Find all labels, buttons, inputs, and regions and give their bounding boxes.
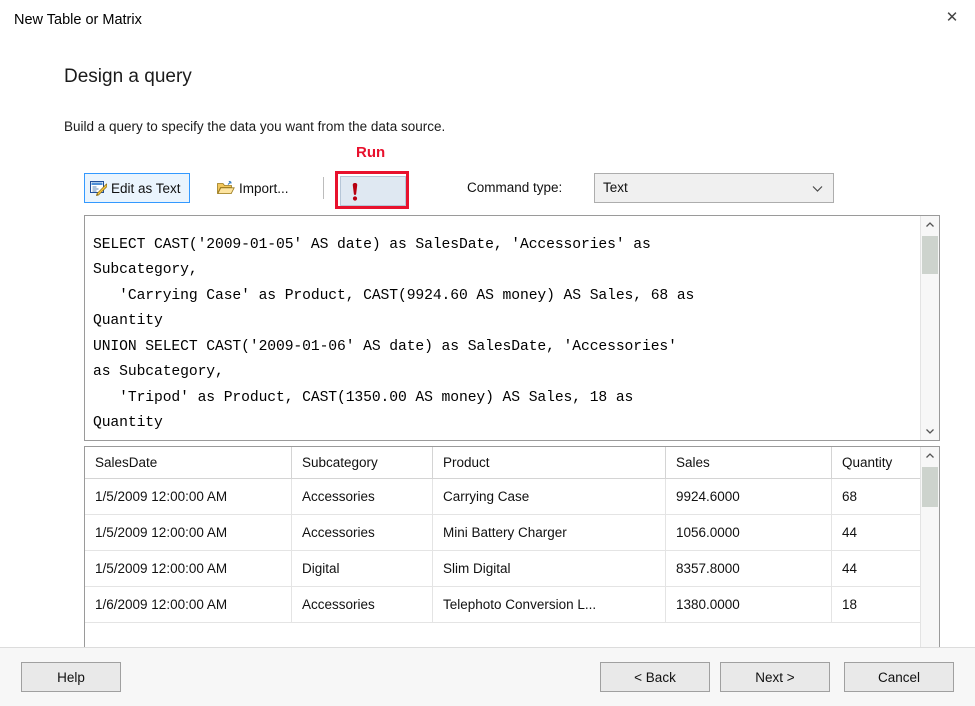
window-title: New Table or Matrix xyxy=(14,12,142,28)
cell-sales: 8357.8000 xyxy=(666,551,832,587)
edit-as-text-label: Edit as Text xyxy=(111,181,181,196)
page-description: Build a query to specify the data you wa… xyxy=(64,119,445,134)
command-type-select[interactable]: Text xyxy=(594,173,834,203)
query-text-editor[interactable]: SELECT CAST('2009-01-05' AS date) as Sal… xyxy=(84,215,940,441)
page-title: Design a query xyxy=(64,66,192,88)
table-row[interactable]: 1/6/2009 12:00:00 AM Accessories Telepho… xyxy=(85,587,940,623)
cell-subcategory: Accessories xyxy=(292,587,433,623)
cell-product: Carrying Case xyxy=(433,479,666,515)
cell-product: Telephoto Conversion L... xyxy=(433,587,666,623)
cell-salesdate: 1/5/2009 12:00:00 AM xyxy=(85,551,292,587)
cell-subcategory: Digital xyxy=(292,551,433,587)
edit-as-text-button[interactable]: Edit as Text xyxy=(84,173,190,203)
title-bar: New Table or Matrix ✕ xyxy=(0,0,975,42)
table-header-row: SalesDate Subcategory Product Sales Quan… xyxy=(85,447,940,479)
close-button[interactable]: ✕ xyxy=(929,0,975,34)
command-type-value: Text xyxy=(603,180,628,195)
import-label: Import... xyxy=(239,181,289,196)
exclamation-icon xyxy=(351,182,359,201)
editor-scroll-down-icon[interactable] xyxy=(921,422,939,440)
next-button[interactable]: Next > xyxy=(720,662,830,692)
table-row[interactable]: 1/5/2009 12:00:00 AM Accessories Carryin… xyxy=(85,479,940,515)
cell-sales: 9924.6000 xyxy=(666,479,832,515)
results-table: SalesDate Subcategory Product Sales Quan… xyxy=(85,447,940,623)
cell-product: Mini Battery Charger xyxy=(433,515,666,551)
cell-sales: 1380.0000 xyxy=(666,587,832,623)
cell-product: Slim Digital xyxy=(433,551,666,587)
column-header-salesdate[interactable]: SalesDate xyxy=(85,447,292,479)
results-vertical-scrollbar[interactable] xyxy=(920,447,939,672)
cell-salesdate: 1/5/2009 12:00:00 AM xyxy=(85,479,292,515)
column-header-sales[interactable]: Sales xyxy=(666,447,832,479)
chevron-down-icon xyxy=(812,182,823,193)
edit-as-text-icon xyxy=(90,180,107,196)
editor-vertical-scrollbar[interactable] xyxy=(920,216,939,440)
back-button[interactable]: < Back xyxy=(600,662,710,692)
folder-open-icon xyxy=(217,180,235,196)
run-button[interactable] xyxy=(340,176,406,206)
toolbar-separator xyxy=(323,177,324,199)
editor-scroll-thumb[interactable] xyxy=(922,236,938,274)
cell-subcategory: Accessories xyxy=(292,479,433,515)
run-annotation-label: Run xyxy=(356,144,385,161)
cell-sales: 1056.0000 xyxy=(666,515,832,551)
cell-salesdate: 1/6/2009 12:00:00 AM xyxy=(85,587,292,623)
command-type-label: Command type: xyxy=(467,180,562,195)
column-header-subcategory[interactable]: Subcategory xyxy=(292,447,433,479)
column-header-product[interactable]: Product xyxy=(433,447,666,479)
cancel-button[interactable]: Cancel xyxy=(844,662,954,692)
query-toolbar: Edit as Text Import... Run xyxy=(84,173,924,207)
query-sql-text[interactable]: SELECT CAST('2009-01-05' AS date) as Sal… xyxy=(93,233,913,441)
table-row[interactable]: 1/5/2009 12:00:00 AM Digital Slim Digita… xyxy=(85,551,940,587)
close-icon: ✕ xyxy=(946,10,959,25)
results-scroll-up-icon[interactable] xyxy=(921,447,939,465)
cell-salesdate: 1/5/2009 12:00:00 AM xyxy=(85,515,292,551)
editor-scroll-up-icon[interactable] xyxy=(921,216,939,234)
table-row[interactable]: 1/5/2009 12:00:00 AM Accessories Mini Ba… xyxy=(85,515,940,551)
run-button-highlight xyxy=(335,171,409,209)
dialog-content: Design a query Build a query to specify … xyxy=(0,42,975,647)
help-button[interactable]: Help xyxy=(21,662,121,692)
cell-subcategory: Accessories xyxy=(292,515,433,551)
query-results-grid[interactable]: SalesDate Subcategory Product Sales Quan… xyxy=(84,446,940,673)
import-button[interactable]: Import... xyxy=(212,173,294,203)
dialog-footer: Help < Back Next > Cancel xyxy=(0,647,975,706)
results-scroll-thumb[interactable] xyxy=(922,467,938,507)
